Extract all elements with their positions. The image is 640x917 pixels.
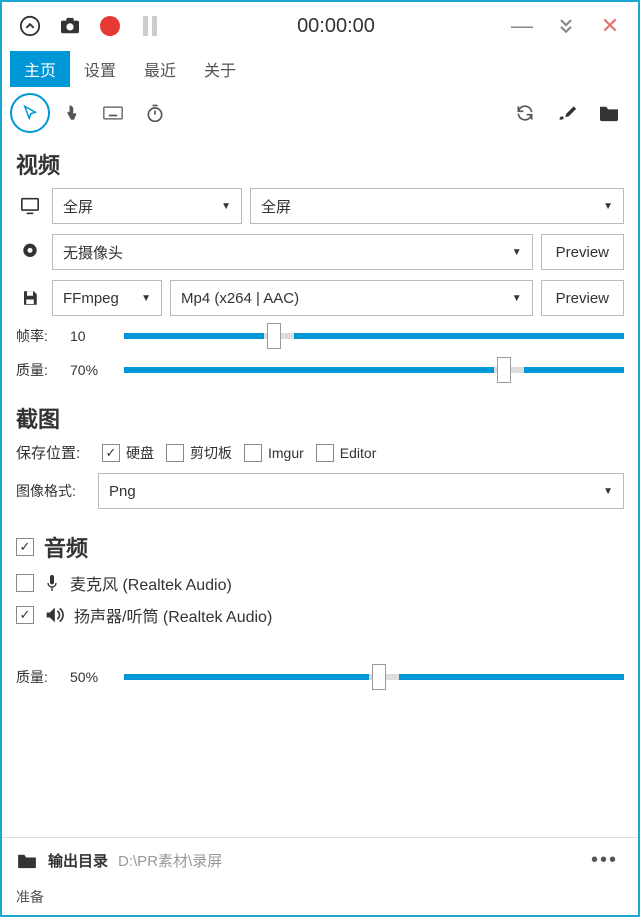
output-dir-label: 输出目录 xyxy=(48,850,108,871)
mic-label: 麦克风 (Realtek Audio) xyxy=(70,571,232,595)
mic-icon xyxy=(44,573,60,593)
tab-recent[interactable]: 最近 xyxy=(130,51,190,87)
tab-about[interactable]: 关于 xyxy=(190,51,250,87)
menu-circle-button[interactable] xyxy=(10,6,50,46)
save-icon xyxy=(16,289,44,307)
webcam-icon xyxy=(16,242,44,262)
monitor-icon xyxy=(16,197,44,215)
speaker-label: 扬声器/听筒 (Realtek Audio) xyxy=(74,603,272,627)
save-clipboard-label: 剪切板 xyxy=(190,443,232,463)
video-quality-value: 70% xyxy=(70,362,114,378)
timer-display: 00:00:00 xyxy=(170,15,502,38)
close-button[interactable]: ✕ xyxy=(590,6,630,46)
pause-button[interactable] xyxy=(130,6,170,46)
save-editor-checkbox[interactable] xyxy=(316,444,334,462)
format-preview-button[interactable]: Preview xyxy=(541,280,624,316)
status-bar: 准备 xyxy=(2,883,638,915)
image-format-value: Png xyxy=(109,483,136,500)
click-tool-button[interactable] xyxy=(50,92,92,134)
record-icon xyxy=(100,16,120,36)
framerate-value: 10 xyxy=(70,328,114,344)
image-format-select[interactable]: Png ▼ xyxy=(98,473,624,509)
more-button[interactable]: ••• xyxy=(585,849,624,872)
video-heading: 视频 xyxy=(16,148,624,180)
save-clipboard-checkbox[interactable] xyxy=(166,444,184,462)
encoder-value: FFmpeg xyxy=(63,290,119,307)
save-imgur-checkbox[interactable] xyxy=(244,444,262,462)
minimize-button[interactable]: — xyxy=(502,6,542,46)
slider-thumb[interactable] xyxy=(497,357,511,383)
format-select[interactable]: Mp4 (x264 | AAC) ▼ xyxy=(170,280,533,316)
screen-mode-select[interactable]: 全屏 ▼ xyxy=(52,188,242,224)
caret-down-icon: ▼ xyxy=(221,201,231,212)
folder-icon xyxy=(16,853,38,869)
pause-icon xyxy=(143,16,157,36)
format-value: Mp4 (x264 | AAC) xyxy=(181,290,299,307)
mic-checkbox[interactable] xyxy=(16,574,34,592)
output-dir-input[interactable] xyxy=(118,852,575,869)
tab-bar: 主页 设置 最近 关于 xyxy=(2,50,638,88)
image-format-label: 图像格式: xyxy=(16,481,90,501)
framerate-label: 帧率: xyxy=(16,326,60,346)
audio-heading: 音频 xyxy=(44,531,88,563)
audio-quality-label: 质量: xyxy=(16,667,60,687)
speaker-checkbox[interactable] xyxy=(16,606,34,624)
titlebar: 00:00:00 — ✕ xyxy=(2,2,638,50)
footer-bar: 输出目录 ••• xyxy=(2,837,638,883)
caret-down-icon: ▼ xyxy=(141,293,151,304)
slider-thumb[interactable] xyxy=(267,323,281,349)
expand-button[interactable] xyxy=(546,6,586,46)
screenshot-heading: 截图 xyxy=(16,402,624,434)
save-disk-label: 硬盘 xyxy=(126,443,154,463)
slider-thumb[interactable] xyxy=(372,664,386,690)
refresh-button[interactable] xyxy=(504,92,546,134)
audio-enable-checkbox[interactable] xyxy=(16,538,34,556)
save-editor-label: Editor xyxy=(340,445,377,461)
framerate-slider[interactable] xyxy=(124,333,624,339)
save-location-label: 保存位置: xyxy=(16,442,90,463)
folder-button[interactable] xyxy=(588,92,630,134)
webcam-select[interactable]: 无摄像头 ▼ xyxy=(52,234,533,270)
video-quality-label: 质量: xyxy=(16,360,60,380)
content-area: 视频 全屏 ▼ 全屏 ▼ 无摄像头 ▼ Preview FFmpeg ▼ xyxy=(2,138,638,837)
caret-down-icon: ▼ xyxy=(512,293,522,304)
caret-down-icon: ▼ xyxy=(603,486,613,497)
tab-home[interactable]: 主页 xyxy=(10,51,70,87)
close-icon: ✕ xyxy=(601,13,619,39)
save-disk-checkbox[interactable] xyxy=(102,444,120,462)
screen-target-value: 全屏 xyxy=(261,196,291,217)
brush-button[interactable] xyxy=(546,92,588,134)
tab-settings[interactable]: 设置 xyxy=(70,51,130,87)
audio-quality-value: 50% xyxy=(70,669,114,685)
status-text: 准备 xyxy=(16,889,44,905)
audio-quality-slider[interactable] xyxy=(124,674,624,680)
cursor-tool-button[interactable] xyxy=(10,93,50,133)
caret-down-icon: ▼ xyxy=(512,247,522,258)
encoder-select[interactable]: FFmpeg ▼ xyxy=(52,280,162,316)
timer-tool-button[interactable] xyxy=(134,92,176,134)
screen-target-select[interactable]: 全屏 ▼ xyxy=(250,188,624,224)
save-imgur-label: Imgur xyxy=(268,445,304,461)
keyboard-tool-button[interactable] xyxy=(92,92,134,134)
video-quality-slider[interactable] xyxy=(124,367,624,373)
caret-down-icon: ▼ xyxy=(603,201,613,212)
record-button[interactable] xyxy=(90,6,130,46)
screen-mode-value: 全屏 xyxy=(63,196,93,217)
webcam-value: 无摄像头 xyxy=(63,242,123,263)
webcam-preview-button[interactable]: Preview xyxy=(541,234,624,270)
toolbar xyxy=(2,88,638,138)
screenshot-button[interactable] xyxy=(50,6,90,46)
speaker-icon xyxy=(44,606,64,624)
